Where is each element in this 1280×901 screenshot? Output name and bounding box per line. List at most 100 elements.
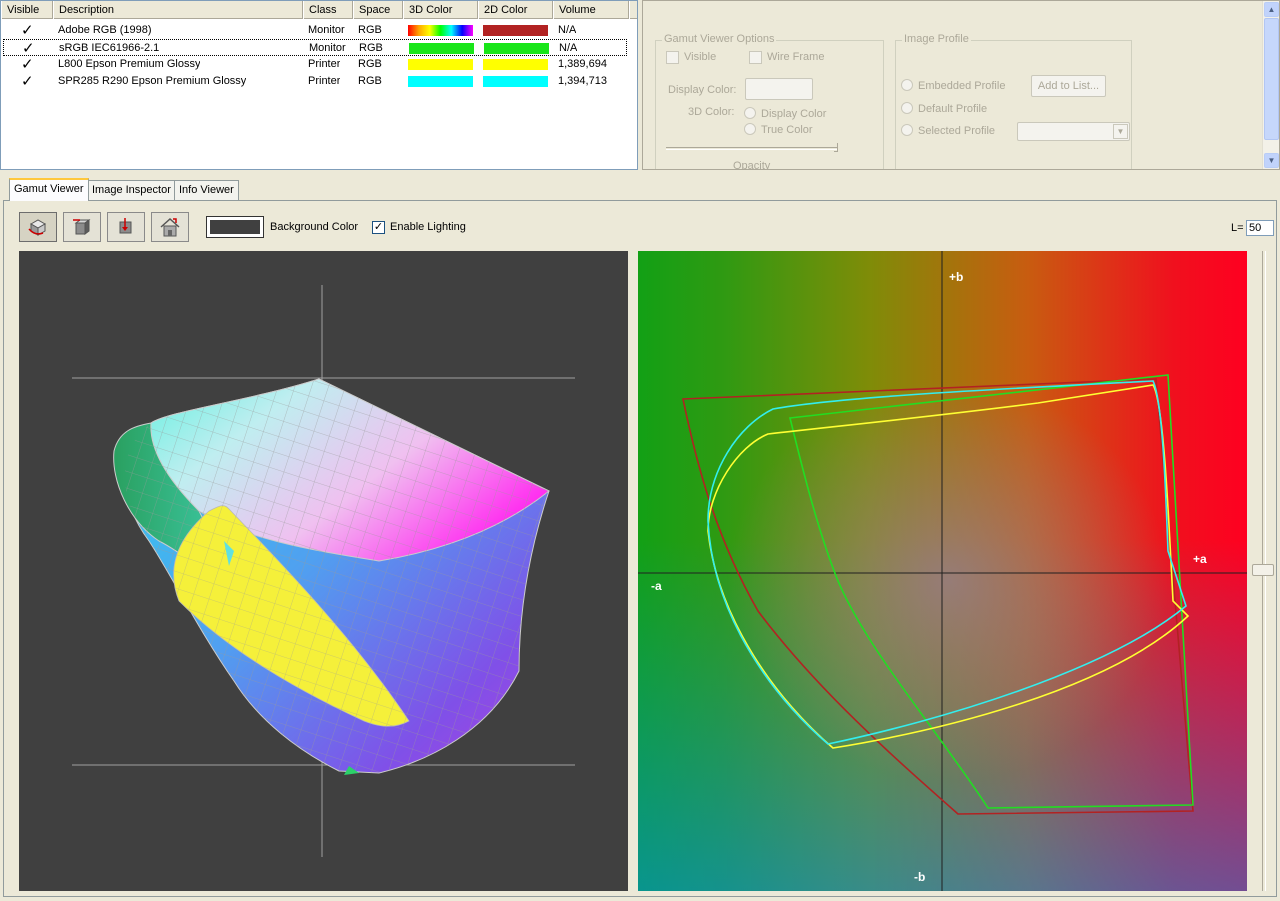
row-description: SPR285 R290 Epson Premium Glossy (58, 75, 247, 87)
row-space: RGB (359, 42, 383, 54)
tab-gamut-viewer[interactable]: Gamut Viewer (9, 178, 89, 201)
column-header-volume[interactable]: Volume (553, 1, 629, 19)
embedded-profile-label: Embedded Profile (918, 80, 1006, 92)
row-class: Monitor (308, 24, 345, 36)
3d-color-label: 3D Color: (688, 106, 735, 118)
row-space: RGB (358, 24, 382, 36)
background-color-label: Background Color (270, 221, 359, 233)
background-color-swatch (210, 220, 260, 234)
column-header-2d-color[interactable]: 2D Color (478, 1, 553, 19)
scroll-up-icon[interactable]: ▲ (1264, 2, 1279, 17)
enable-lighting-label: Enable Lighting (390, 221, 466, 233)
embedded-profile-radio[interactable] (901, 79, 913, 91)
column-header-space[interactable]: Space (353, 1, 403, 19)
true-color-radio-label: True Color (761, 124, 813, 136)
column-header-description[interactable]: Description (53, 1, 303, 19)
table-row[interactable]: ✓ L800 Epson Premium Glossy Printer RGB … (1, 56, 637, 73)
color-3d-swatch[interactable] (408, 59, 473, 70)
gamut-2d-plot[interactable]: +b -b +a -a (638, 251, 1247, 891)
visible-checkmark-icon[interactable]: ✓ (21, 74, 34, 91)
row-class: Printer (308, 75, 341, 87)
visible-checkmark-icon[interactable]: ✓ (21, 57, 34, 74)
profile-dropdown[interactable]: ▼ (1017, 122, 1130, 141)
options-scrollbar[interactable]: ▲ ▼ (1262, 1, 1279, 169)
visible-checkbox[interactable] (666, 51, 679, 64)
tab-info-viewer[interactable]: Info Viewer (174, 180, 239, 200)
tab-strip: Gamut Viewer Image Inspector Info Viewer (0, 170, 1280, 201)
table-row[interactable]: ✓ SPR285 R290 Epson Premium Glossy Print… (1, 73, 637, 90)
column-header-filler (629, 1, 637, 19)
table-row[interactable]: ✓ Adobe RGB (1998) Monitor RGB N/A (1, 22, 637, 39)
background-color-button[interactable] (206, 216, 264, 238)
rotate-view-icon (28, 219, 47, 236)
cube-top-icon (119, 218, 132, 234)
visible-checkbox-label: Visible (684, 51, 717, 63)
gamut-viewer-options-group: Gamut Viewer Options Visible Wire Frame … (655, 33, 884, 170)
selected-profile-label: Selected Profile (918, 125, 996, 137)
display-color-label: Display Color: (668, 84, 737, 96)
display-color-button[interactable] (745, 78, 813, 100)
color-2d-swatch[interactable] (483, 59, 548, 70)
front-view-button[interactable] (63, 212, 101, 242)
row-class: Monitor (309, 42, 346, 54)
l-value-input[interactable]: 50 (1246, 220, 1274, 236)
row-volume: N/A (558, 24, 577, 36)
gamut-3d-render (72, 285, 575, 857)
l-slider-thumb[interactable] (1252, 564, 1274, 576)
image-profile-group: Image Profile Embedded Profile Add to Li… (895, 33, 1132, 169)
visible-checkmark-icon[interactable]: ✓ (21, 23, 34, 40)
table-row-selected[interactable]: ✓ sRGB IEC61966-2.1 Monitor RGB N/A (3, 39, 627, 56)
home-view-button[interactable] (151, 212, 189, 242)
options-panel: Gamut Viewer Options Visible Wire Frame … (642, 0, 1280, 170)
default-profile-label: Default Profile (918, 103, 988, 115)
row-description: Adobe RGB (1998) (58, 24, 152, 36)
display-color-radio[interactable] (744, 107, 756, 119)
row-class: Printer (308, 58, 341, 70)
scrollbar-thumb[interactable] (1264, 18, 1279, 140)
gamut-3d-viewport[interactable] (19, 251, 628, 891)
row-description: L800 Epson Premium Glossy (58, 58, 201, 70)
column-header-class[interactable]: Class (303, 1, 353, 19)
row-volume: 1,394,713 (558, 75, 607, 87)
axis-label-plus-b: +b (949, 270, 964, 284)
color-3d-swatch[interactable] (408, 76, 473, 87)
selected-profile-radio[interactable] (901, 124, 913, 136)
axis-label-minus-b: -b (914, 870, 926, 884)
color-2d-swatch[interactable] (483, 76, 548, 87)
top-view-button[interactable] (107, 212, 145, 242)
row-space: RGB (358, 75, 382, 87)
row-volume: N/A (559, 42, 578, 54)
scroll-down-icon[interactable]: ▼ (1264, 153, 1279, 168)
column-header-visible[interactable]: Visible (1, 1, 53, 19)
opacity-slider[interactable] (666, 147, 838, 150)
row-description: sRGB IEC61966-2.1 (59, 42, 160, 54)
color-3d-swatch[interactable] (409, 43, 474, 54)
home-view-icon (160, 217, 180, 237)
display-color-radio-label: Display Color (761, 108, 827, 120)
true-color-radio[interactable] (744, 123, 756, 135)
chevron-down-icon[interactable]: ▼ (1113, 124, 1128, 139)
wire-frame-label: Wire Frame (767, 51, 825, 63)
table-header: Visible Description Class Space 3D Color… (1, 1, 637, 19)
gamut-2d-outlines (638, 251, 1247, 891)
axis-label-plus-a: +a (1193, 552, 1207, 566)
cube-front-icon (73, 219, 91, 235)
row-volume: 1,389,694 (558, 58, 607, 70)
color-2d-swatch[interactable] (483, 25, 548, 36)
profile-table: Visible Description Class Space 3D Color… (0, 0, 638, 170)
column-header-3d-color[interactable]: 3D Color (403, 1, 478, 19)
row-space: RGB (358, 58, 382, 70)
add-to-list-button[interactable]: Add to List... (1031, 75, 1106, 97)
default-profile-radio[interactable] (901, 102, 913, 114)
color-2d-swatch[interactable] (484, 43, 549, 54)
group-title: Gamut Viewer Options (662, 33, 777, 45)
l-value-label: L= (1231, 222, 1244, 234)
opacity-label: Opacity (733, 160, 771, 170)
opacity-slider-thumb[interactable] (834, 143, 838, 152)
tab-image-inspector[interactable]: Image Inspector (87, 180, 176, 200)
wire-frame-checkbox[interactable] (749, 51, 762, 64)
enable-lighting-checkbox[interactable]: ✓ (372, 221, 385, 234)
color-3d-swatch[interactable] (408, 25, 473, 36)
axis-label-minus-a: -a (651, 579, 662, 593)
rotate-view-button[interactable] (19, 212, 57, 242)
